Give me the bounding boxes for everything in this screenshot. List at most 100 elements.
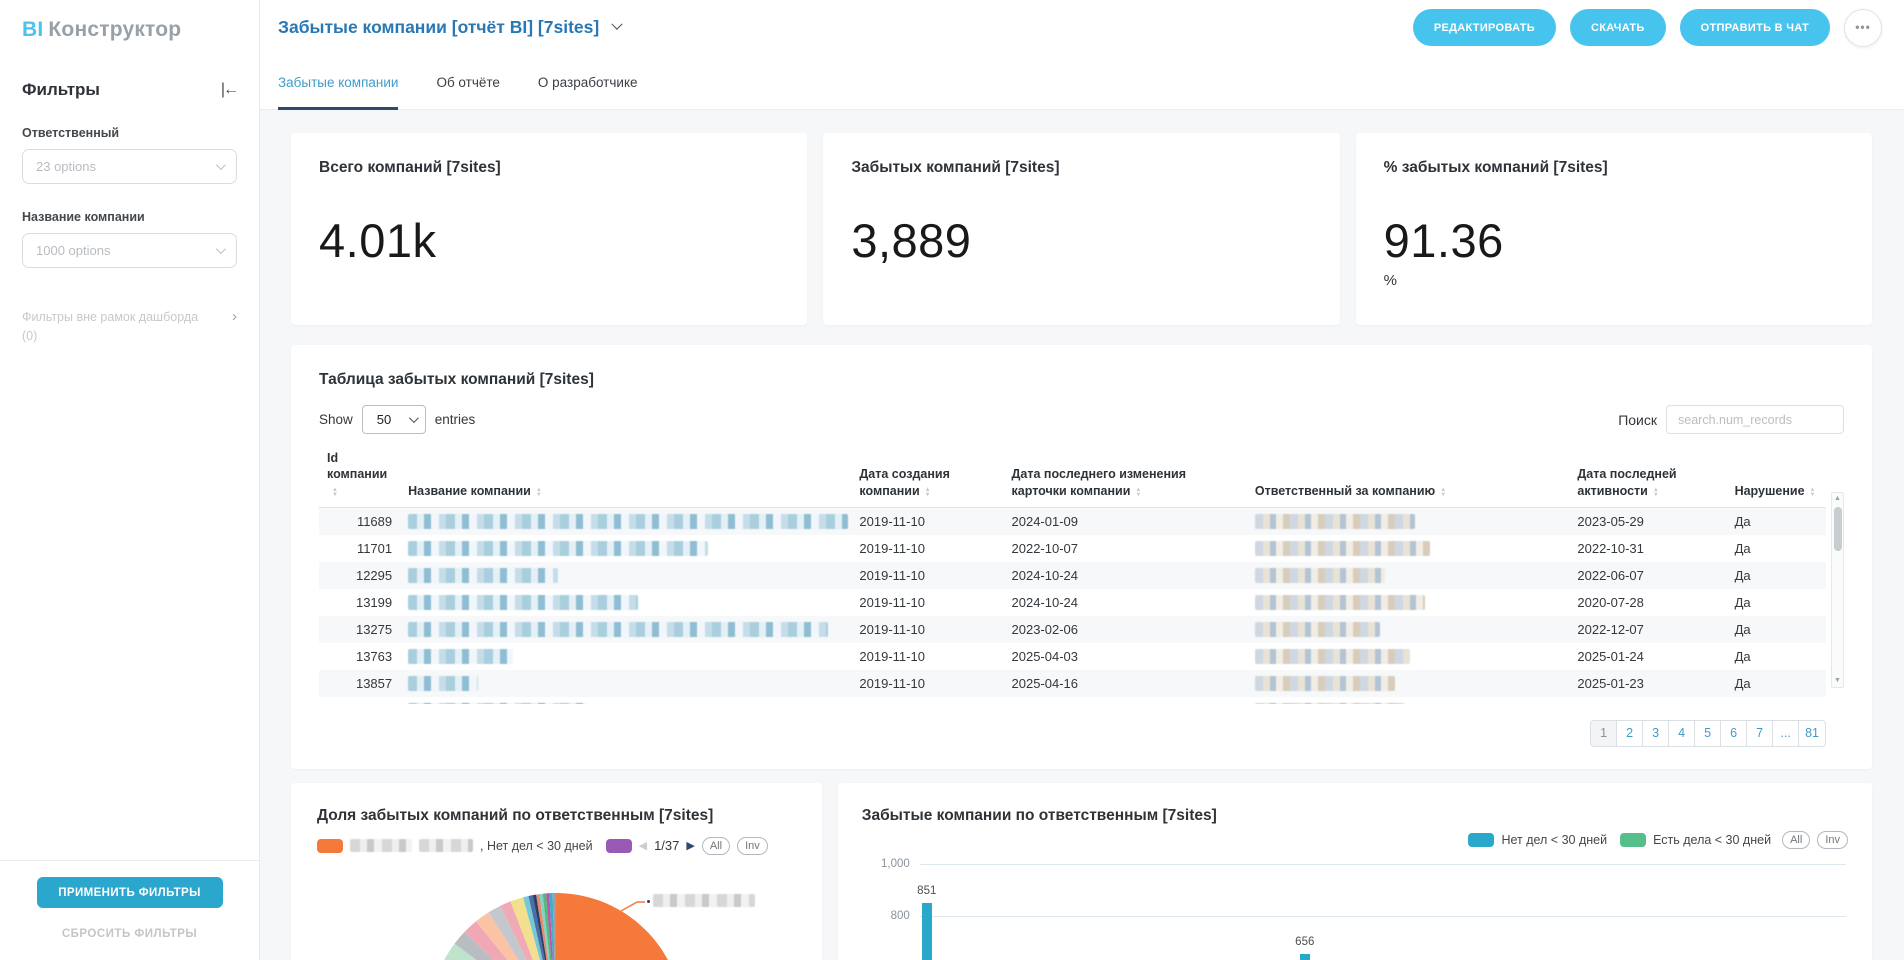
legend-next-icon[interactable]: ▶ bbox=[686, 839, 694, 852]
bar-legend: Нет дел < 30 дней Есть дела < 30 дней Al… bbox=[862, 831, 1848, 849]
sort-icon[interactable]: ▲▼ bbox=[1653, 488, 1659, 498]
redacted-slice-label bbox=[653, 894, 755, 907]
table-scrollbar[interactable]: ▲ ▼ bbox=[1831, 492, 1844, 688]
outer-filters-link[interactable]: Фильтры вне рамок дашборда › (0) bbox=[22, 308, 237, 343]
legend-swatch-purple[interactable] bbox=[606, 839, 632, 853]
sort-icon[interactable]: ▲▼ bbox=[536, 488, 542, 498]
redacted-text bbox=[1255, 595, 1425, 610]
table-cell bbox=[400, 508, 851, 535]
table-cell: Да bbox=[1727, 508, 1826, 535]
legend-prev-icon[interactable]: ◀ bbox=[639, 839, 647, 852]
main-area: Забытые компании [отчёт BI] [7sites] РЕД… bbox=[260, 0, 1904, 960]
kpi-percent-forgotten: % забытых компаний [7sites] 91.36 % bbox=[1356, 133, 1872, 325]
select-all-button[interactable]: All bbox=[1782, 831, 1810, 849]
scroll-down-icon[interactable]: ▼ bbox=[1832, 675, 1843, 687]
chevron-down-icon bbox=[216, 160, 226, 170]
callout-line bbox=[621, 902, 645, 911]
table-cell bbox=[400, 562, 851, 589]
sidebar: BIКонструктор Фильтры |← Ответственный 2… bbox=[0, 0, 260, 960]
redacted-text bbox=[1255, 676, 1395, 691]
col-company-name[interactable]: Название компании bbox=[408, 484, 531, 498]
sort-icon[interactable]: ▲▼ bbox=[925, 488, 931, 498]
select-all-button[interactable]: All bbox=[702, 837, 730, 855]
bar[interactable] bbox=[1300, 954, 1310, 960]
chevron-down-icon bbox=[612, 18, 623, 29]
table-cell: 2022-10-31 bbox=[1569, 535, 1726, 562]
table-cell: 2019-11-10 bbox=[851, 508, 1003, 535]
filters-title: Фильтры bbox=[22, 80, 100, 100]
table-cell bbox=[400, 670, 851, 697]
bar[interactable] bbox=[922, 903, 932, 960]
legend-label-no-deals: Нет дел < 30 дней bbox=[1501, 833, 1607, 847]
page-button[interactable]: 4 bbox=[1668, 720, 1695, 747]
invert-selection-button[interactable]: Inv bbox=[737, 837, 768, 855]
table-cell: 2025-04-16 bbox=[1004, 670, 1247, 697]
kpi-row: Всего компаний [7sites] 4.01k Забытых ко… bbox=[291, 133, 1872, 325]
forgotten-companies-table-card: Таблица забытых компаний [7sites] Show 5… bbox=[291, 345, 1872, 769]
search-input[interactable] bbox=[1666, 405, 1844, 434]
scrollbar-thumb[interactable] bbox=[1834, 507, 1842, 551]
logo-bi: BI bbox=[22, 18, 43, 41]
legend-swatch-orange[interactable] bbox=[317, 839, 343, 853]
col-responsible[interactable]: Ответственный за компанию bbox=[1255, 484, 1435, 498]
table-cell bbox=[319, 697, 400, 704]
legend-swatch-green[interactable] bbox=[1620, 833, 1646, 847]
bar-value-label: 656 bbox=[1295, 936, 1314, 948]
send-to-chat-button[interactable]: ОТПРАВИТЬ В ЧАТ bbox=[1680, 9, 1830, 46]
edit-button[interactable]: РЕДАКТИРОВАТЬ bbox=[1413, 9, 1556, 46]
redacted-text bbox=[1255, 541, 1430, 556]
legend-suffix: , Нет дел < 30 дней bbox=[480, 839, 593, 853]
topbar: Забытые компании [отчёт BI] [7sites] РЕД… bbox=[260, 0, 1904, 55]
page-button[interactable]: 5 bbox=[1694, 720, 1721, 747]
page-button[interactable]: 1 bbox=[1590, 720, 1617, 747]
reset-filters-button[interactable]: СБРОСИТЬ ФИЛЬТРЫ bbox=[0, 928, 259, 940]
download-button[interactable]: СКАЧАТЬ bbox=[1570, 9, 1666, 46]
scroll-up-icon[interactable]: ▲ bbox=[1832, 493, 1843, 505]
kpi-title: Всего компаний [7sites] bbox=[319, 159, 779, 177]
table-cell: 2019-11-10 bbox=[851, 562, 1003, 589]
pie-legend: , Нет дел < 30 дней ◀ 1/37 ▶ All Inv bbox=[317, 837, 796, 855]
sort-icon[interactable]: ▲▼ bbox=[1810, 488, 1816, 498]
col-violation[interactable]: Нарушение bbox=[1735, 484, 1805, 498]
tab-forgotten-companies[interactable]: Забытые компании bbox=[278, 55, 398, 109]
sort-icon[interactable]: ▲▼ bbox=[1135, 488, 1141, 498]
legend-swatch-blue[interactable] bbox=[1468, 833, 1494, 847]
page-button[interactable]: 3 bbox=[1642, 720, 1669, 747]
apply-filters-button[interactable]: ПРИМЕНИТЬ ФИЛЬТРЫ bbox=[37, 877, 223, 908]
invert-selection-button[interactable]: Inv bbox=[1817, 831, 1848, 849]
more-options-button[interactable]: ••• bbox=[1844, 9, 1882, 47]
table-cell bbox=[400, 697, 851, 704]
table-cell bbox=[1004, 697, 1247, 704]
page-size-select[interactable]: 50 bbox=[362, 405, 426, 434]
company-select-value: 1000 options bbox=[36, 243, 110, 258]
sort-icon[interactable]: ▲▼ bbox=[332, 488, 338, 498]
col-id[interactable]: Id компании bbox=[327, 451, 387, 481]
tab-about-report[interactable]: Об отчёте bbox=[436, 55, 499, 109]
collapse-sidebar-icon[interactable]: |← bbox=[221, 81, 237, 99]
redacted-text bbox=[1255, 649, 1410, 664]
tab-about-developer[interactable]: О разработчике bbox=[538, 55, 638, 109]
redacted-text bbox=[1255, 514, 1415, 529]
table-cell: 13199 bbox=[319, 589, 400, 616]
page-button[interactable]: 2 bbox=[1616, 720, 1643, 747]
col-last-activity[interactable]: Дата последней активности bbox=[1577, 467, 1676, 497]
table-card-title: Таблица забытых компаний [7sites] bbox=[319, 371, 1844, 389]
page-button[interactable]: ... bbox=[1772, 720, 1799, 747]
company-select[interactable]: 1000 options bbox=[22, 233, 237, 268]
chevron-right-icon: › bbox=[232, 308, 237, 325]
table-cell bbox=[400, 535, 851, 562]
table-cell bbox=[1569, 697, 1726, 704]
sort-icon[interactable]: ▲▼ bbox=[1440, 488, 1446, 498]
filter-company: Название компании 1000 options bbox=[22, 210, 237, 268]
responsible-select[interactable]: 23 options bbox=[22, 149, 237, 184]
col-modified[interactable]: Дата последнего изменения карточки компа… bbox=[1012, 467, 1187, 497]
page-button[interactable]: 81 bbox=[1798, 720, 1826, 747]
page-button[interactable]: 7 bbox=[1746, 720, 1773, 747]
table-cell: 2023-02-06 bbox=[1004, 616, 1247, 643]
table-search: Поиск bbox=[1618, 405, 1844, 434]
page-button[interactable]: 6 bbox=[1720, 720, 1747, 747]
table-cell: 2019-11-10 bbox=[851, 643, 1003, 670]
report-title-dropdown[interactable]: Забытые компании [отчёт BI] [7sites] bbox=[278, 17, 621, 38]
col-created[interactable]: Дата создания компании bbox=[859, 467, 949, 497]
ellipsis-icon: ••• bbox=[1855, 20, 1871, 34]
